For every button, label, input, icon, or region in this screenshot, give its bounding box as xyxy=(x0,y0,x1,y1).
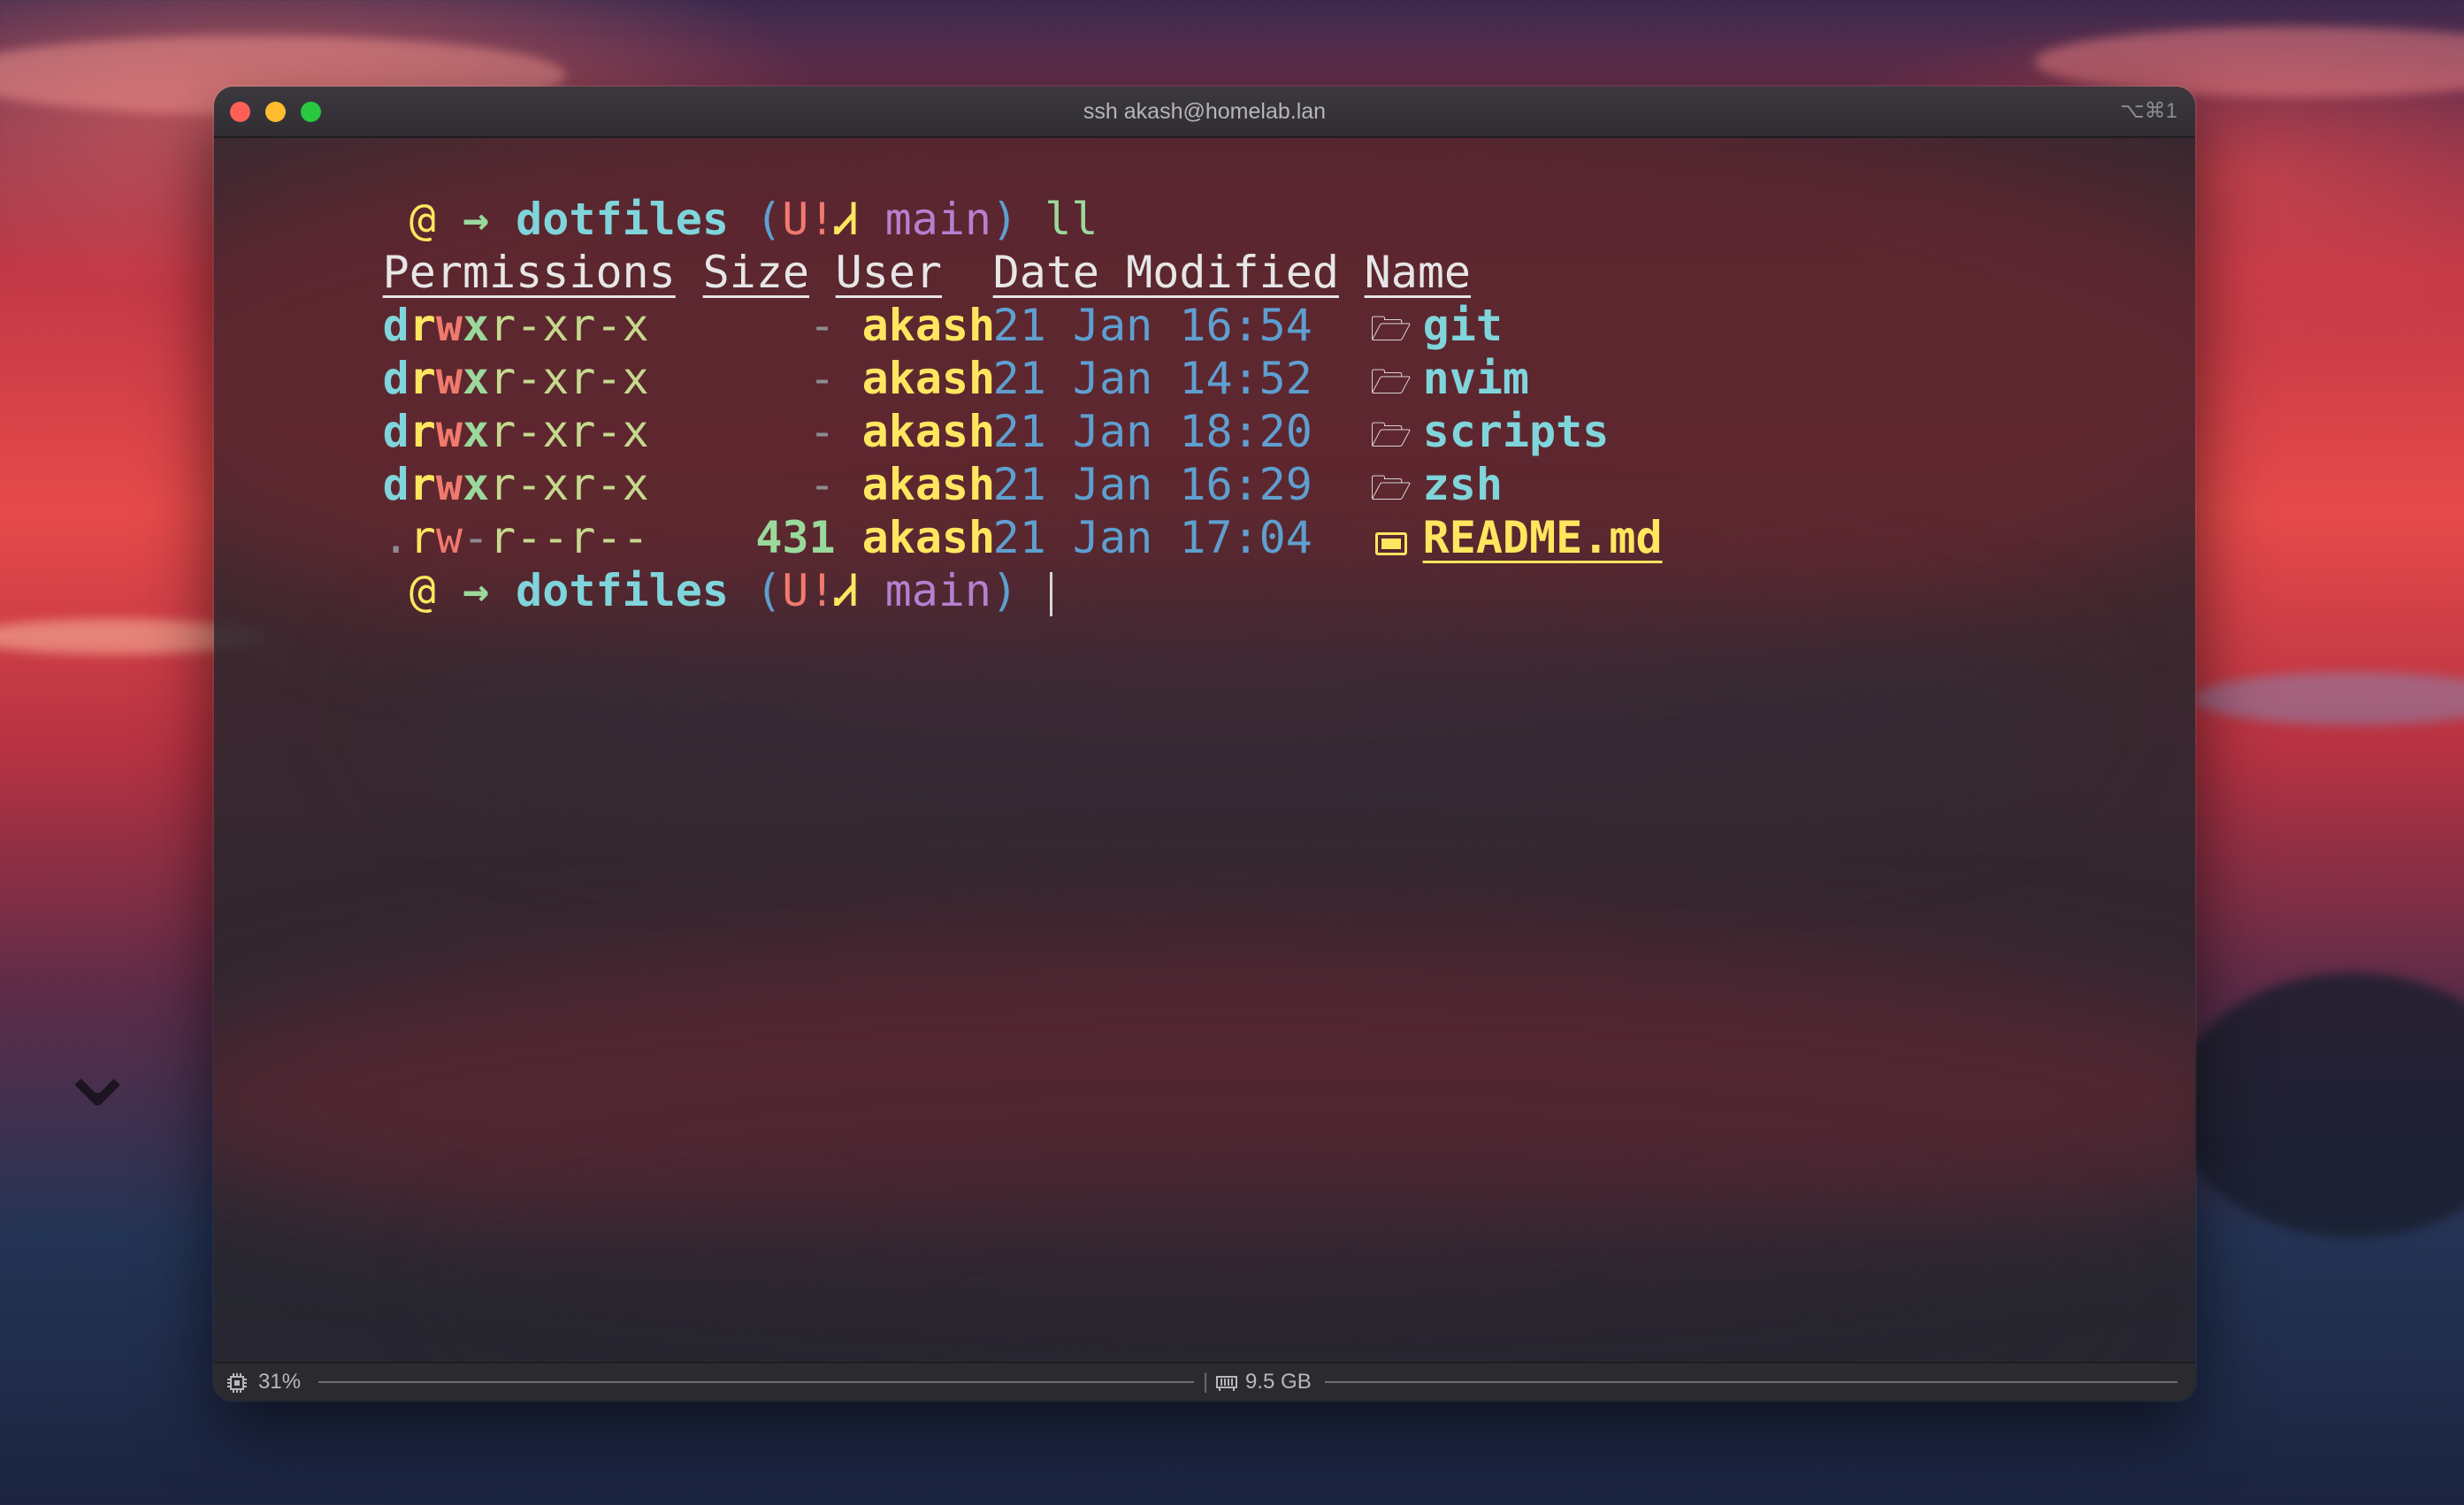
git-branch: main xyxy=(884,565,992,616)
git-close-paren: ) xyxy=(991,565,1019,616)
git-open-paren: ( xyxy=(755,565,783,616)
git-branch-icon: Ꮧ xyxy=(835,565,859,616)
memory-usage: 9.5 GB xyxy=(1245,1370,1312,1394)
list-item: drwxr-xr-x - akash21 Jan 14:52 🗁 nvim xyxy=(223,299,2186,404)
terminal-content[interactable]: @ → dotfiles (U!Ꮧ main) ll Permissions Si… xyxy=(223,140,2186,616)
terminal-window: ssh akash@homelab.lan ⌥⌘1 @ → dotfiles (… xyxy=(214,87,2195,1401)
title-bar[interactable]: ssh akash@homelab.lan ⌥⌘1 xyxy=(214,87,2195,138)
cpu-icon xyxy=(226,1364,248,1401)
prompt-line: @ → dotfiles (U!Ꮧ main) xyxy=(223,511,2186,616)
list-item: .rw-r--r-- 431 akash21 Jan 17:04 README.md xyxy=(223,458,2186,563)
listing-header: Permissions Size User Date Modified Name xyxy=(223,193,2186,298)
cpu-graph xyxy=(318,1381,1194,1383)
list-item: drwxr-xr-x - akash21 Jan 18:20 🗁 scripts xyxy=(223,352,2186,457)
prompt-line: @ → dotfiles (U!Ꮧ main) ll xyxy=(223,140,2186,245)
git-status: U! xyxy=(782,565,836,616)
cpu-usage: 31% xyxy=(258,1370,302,1394)
memory-icon xyxy=(1215,1364,1238,1401)
prompt-arrow-icon: → xyxy=(462,565,490,616)
wallpaper-hill xyxy=(2176,973,2464,1238)
memory-graph xyxy=(1325,1381,2177,1383)
bird-silhouette: ⌄ xyxy=(53,1008,142,1131)
window-title: ssh akash@homelab.lan xyxy=(1083,99,1327,124)
status-bar: 31% | 9.5 GB xyxy=(214,1362,2195,1401)
status-divider: | xyxy=(1203,1370,1209,1394)
window-shortcut: ⌥⌘1 xyxy=(2119,99,2177,123)
prompt-directory: dotfiles xyxy=(516,565,729,616)
list-item: drwxr-xr-x - akash21 Jan 16:54 🗁 git xyxy=(223,246,2186,351)
text-cursor[interactable] xyxy=(1050,571,1053,616)
wallpaper-cloud xyxy=(2193,672,2464,725)
os-icon: @ xyxy=(409,565,436,616)
list-item: drwxr-xr-x - akash21 Jan 16:29 🗁 zsh xyxy=(223,405,2186,510)
